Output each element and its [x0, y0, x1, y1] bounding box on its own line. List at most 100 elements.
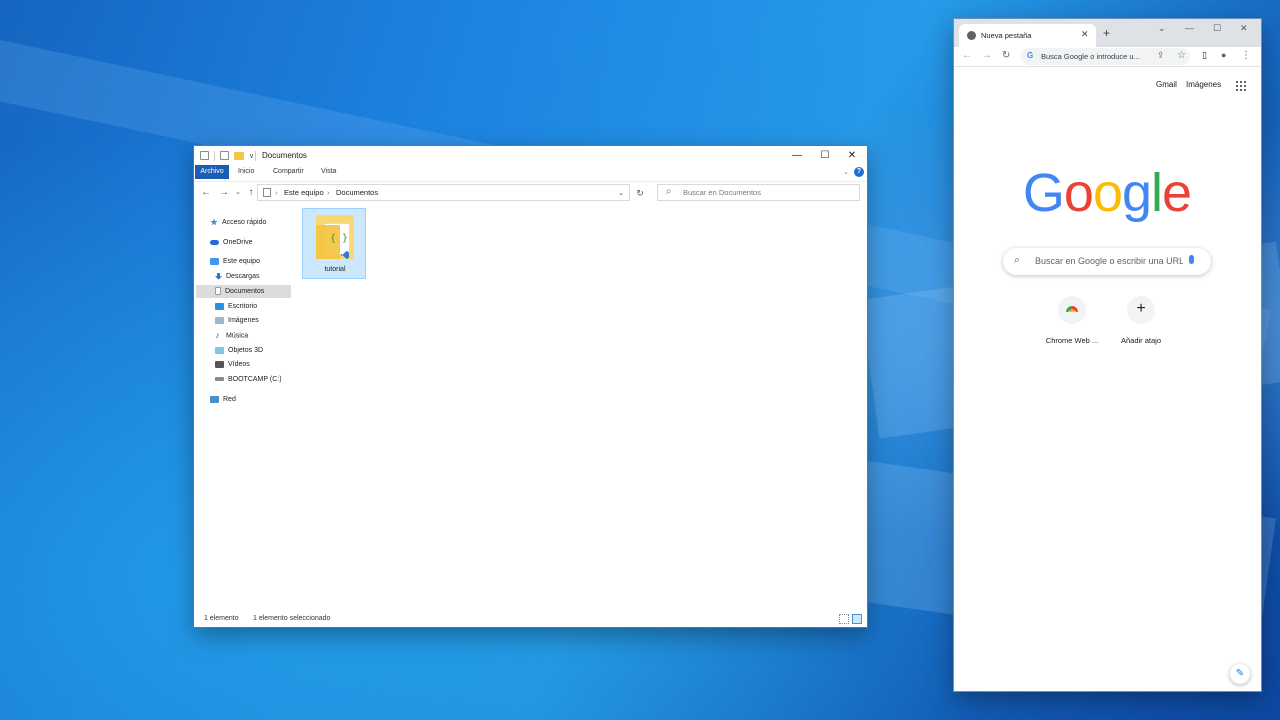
- tab-inicio[interactable]: Inicio: [238, 165, 254, 179]
- document-icon: [215, 287, 221, 296]
- nav-item-videos[interactable]: Vídeos: [215, 358, 250, 371]
- google-apps-icon[interactable]: [1235, 80, 1246, 91]
- reload-icon[interactable]: ↻: [1002, 50, 1010, 61]
- tab-nueva-pestana[interactable]: Nueva pestaña ✕: [959, 24, 1096, 47]
- drive-icon: [215, 377, 224, 382]
- file-list-area[interactable]: { } tutorial: [296, 206, 866, 606]
- large-icons-view-icon[interactable]: [852, 614, 862, 624]
- minimize-button[interactable]: —: [1185, 23, 1194, 33]
- nav-label: Descargas: [226, 273, 260, 280]
- forward-arrow-icon[interactable]: →: [982, 50, 992, 61]
- new-tab-button[interactable]: +: [1103, 26, 1110, 40]
- share-icon[interactable]: ⇪: [1157, 50, 1165, 61]
- nav-item-drive-c[interactable]: BOOTCAMP (C:): [215, 373, 282, 386]
- desktop-icon: [215, 302, 224, 310]
- details-view-icon[interactable]: [839, 614, 849, 624]
- gmail-link[interactable]: Gmail: [1156, 80, 1177, 89]
- logo-letter: l: [1151, 163, 1163, 223]
- tab-compartir[interactable]: Compartir: [273, 165, 304, 179]
- properties-icon[interactable]: [200, 151, 209, 160]
- up-arrow-icon[interactable]: ↑: [245, 187, 257, 199]
- nav-item-onedrive[interactable]: OneDrive: [210, 236, 253, 249]
- nav-item-quick-access[interactable]: Acceso rápido: [210, 216, 266, 229]
- side-panel-icon[interactable]: ▯: [1202, 50, 1207, 61]
- back-arrow-icon[interactable]: ←: [962, 50, 972, 61]
- close-button[interactable]: ✕: [1240, 23, 1248, 34]
- window-title: Documentos: [262, 151, 307, 160]
- forward-arrow-icon[interactable]: →: [218, 187, 230, 199]
- close-tab-icon[interactable]: ✕: [1081, 29, 1089, 40]
- status-bar: 1 elemento 1 elemento seleccionado: [194, 611, 867, 627]
- logo-letter: g: [1122, 163, 1152, 223]
- file-item-tutorial[interactable]: { } tutorial: [302, 208, 366, 279]
- nav-item-3d-objects[interactable]: Objetos 3D: [215, 344, 263, 357]
- file-name: tutorial: [324, 266, 346, 273]
- omnibox-text: Busca Google o introduce u...: [1041, 52, 1140, 61]
- store-icon: [1066, 306, 1078, 312]
- nav-label: Imágenes: [228, 317, 259, 324]
- plus-glyph: +: [1136, 300, 1146, 317]
- plus-icon: +: [1127, 296, 1155, 324]
- refresh-icon[interactable]: ↻: [634, 187, 646, 199]
- nav-item-network[interactable]: Red: [210, 393, 236, 406]
- chrome-web-store-icon: [1058, 296, 1086, 324]
- nav-label: Vídeos: [228, 361, 250, 368]
- address-bar[interactable]: › Este equipo › Documentos ⌄: [257, 184, 630, 201]
- close-button[interactable]: ✕: [838, 146, 866, 165]
- nav-item-music[interactable]: ♪ Música: [215, 329, 248, 342]
- logo-letter: G: [1022, 163, 1065, 223]
- breadcrumb-separator: ›: [327, 188, 330, 197]
- breadcrumb-documentos[interactable]: Documentos: [336, 188, 378, 197]
- file-explorer-window: ∨ Documentos — ☐ ✕ Archivo Inicio Compar…: [194, 146, 867, 627]
- back-arrow-icon[interactable]: ←: [200, 187, 212, 199]
- search-placeholder: Buscar en Google o escribir una URL: [1035, 256, 1183, 266]
- logo-letter: e: [1162, 163, 1192, 223]
- qa-dropdown-icon[interactable]: ∨: [249, 152, 254, 160]
- search-icon: ⌕: [666, 186, 672, 197]
- address-dropdown-icon[interactable]: ⌄: [618, 188, 624, 197]
- download-arrow-icon: [215, 272, 222, 280]
- nav-item-desktop[interactable]: Escritorio: [215, 300, 257, 313]
- shortcut-add[interactable]: + Añadir atajo: [1106, 296, 1176, 345]
- star-icon: [210, 218, 218, 226]
- maximize-button[interactable]: ☐: [811, 146, 839, 165]
- shortcut-chrome-web-store[interactable]: Chrome Web ...: [1037, 296, 1107, 345]
- minimize-button[interactable]: —: [783, 146, 811, 165]
- breadcrumb-este-equipo[interactable]: Este equipo: [284, 188, 324, 197]
- folder-icon[interactable]: [234, 151, 244, 160]
- explorer-titlebar[interactable]: ∨ Documentos — ☐ ✕: [194, 146, 867, 165]
- breadcrumb-separator: ›: [275, 188, 278, 197]
- google-search-box[interactable]: ⌕ Buscar en Google o escribir una URL: [1003, 248, 1211, 275]
- nav-item-pictures[interactable]: Imágenes: [215, 314, 259, 327]
- tab-strip: Nueva pestaña ✕ + ⌄ — ☐ ✕: [954, 19, 1261, 47]
- search-placeholder: Buscar en Documentos: [683, 188, 761, 197]
- menu-dots-icon[interactable]: ⋮: [1241, 50, 1251, 61]
- this-pc-icon: [263, 188, 271, 197]
- nav-label: Acceso rápido: [222, 219, 267, 226]
- logo-letter: o: [1063, 163, 1094, 223]
- images-link[interactable]: Imágenes: [1186, 80, 1221, 89]
- help-icon[interactable]: ?: [854, 167, 864, 177]
- shortcut-label: Añadir atajo: [1120, 336, 1162, 345]
- navigation-pane: Acceso rápido OneDrive Este equipo Desca…: [194, 206, 294, 606]
- customize-pencil-icon[interactable]: ✎: [1230, 664, 1250, 684]
- nav-item-documents[interactable]: Documentos: [196, 285, 291, 298]
- nav-label: Música: [226, 332, 249, 340]
- bookmark-star-icon[interactable]: ☆: [1177, 50, 1186, 61]
- nav-label: Escritorio: [228, 303, 258, 310]
- nav-label: Red: [223, 396, 236, 403]
- recent-locations-icon[interactable]: ⌄: [232, 187, 244, 199]
- microphone-icon[interactable]: [1189, 255, 1194, 264]
- checkbox-icon[interactable]: [220, 151, 229, 160]
- nav-item-downloads[interactable]: Descargas: [215, 270, 259, 283]
- tab-archivo[interactable]: Archivo: [195, 165, 229, 179]
- expand-ribbon-icon[interactable]: ⌄: [843, 168, 849, 176]
- profile-avatar-icon[interactable]: ●: [1221, 50, 1226, 60]
- search-input[interactable]: ⌕ Buscar en Documentos: [657, 184, 860, 201]
- music-note-icon: ♪: [215, 330, 220, 340]
- omnibox[interactable]: G Busca Google o introduce u... ⇪ ☆: [1021, 48, 1190, 65]
- tab-vista[interactable]: Vista: [321, 165, 336, 179]
- maximize-button[interactable]: ☐: [1213, 23, 1221, 34]
- nav-item-this-pc[interactable]: Este equipo: [210, 255, 260, 268]
- tab-search-icon[interactable]: ⌄: [1158, 23, 1166, 34]
